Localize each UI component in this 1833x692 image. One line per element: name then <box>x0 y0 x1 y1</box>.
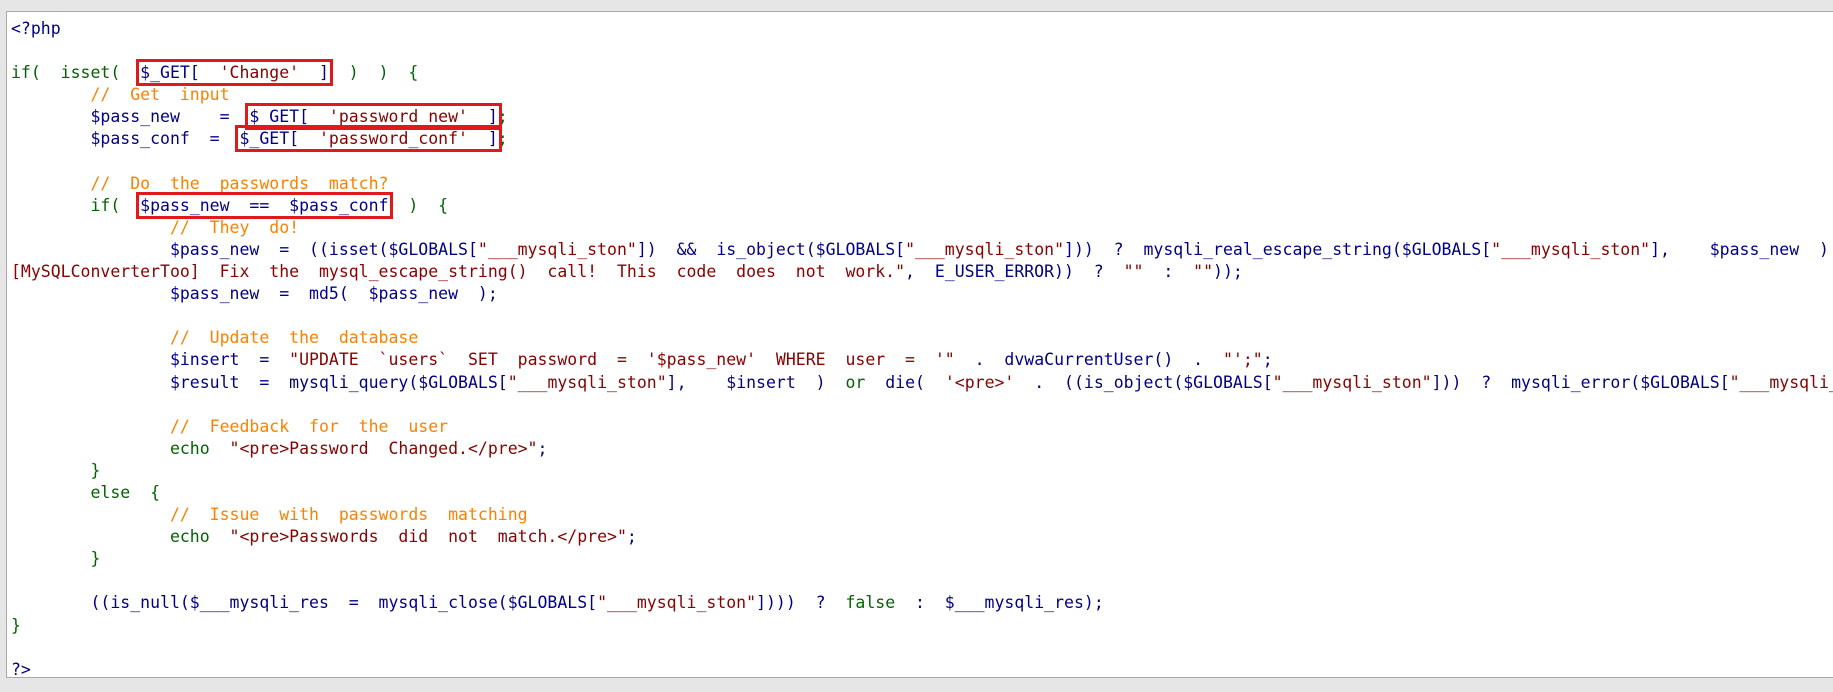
code-line: if( $pass_new == $pass_conf ) { <box>11 191 1833 219</box>
code-token: } <box>11 460 101 480</box>
highlighted-code-token: $_GET[ 'password_conf' ] <box>235 125 502 153</box>
highlighted-code-token: $_GET[ 'password_new' ] <box>245 103 502 131</box>
code-line: $pass_conf = $_GET[ 'password_conf' ]; <box>11 125 1833 153</box>
code-token: '<pre>' <box>944 372 1015 392</box>
code-token: <?php <box>11 19 61 38</box>
code-token: ; <box>497 107 508 127</box>
code-token: : $___mysqli_res); <box>895 593 1104 613</box>
code-token: echo <box>11 527 230 547</box>
code-line: [MySQLConverterToo] Fix the mysql_escape… <box>11 261 1833 283</box>
code-line: ((is_null($___mysqli_res = mysqli_close(… <box>11 592 1833 614</box>
code-token: false <box>845 593 896 613</box>
code-token: // Update the database <box>11 328 419 348</box>
code-token: "___mysqli_ston" <box>597 593 757 613</box>
code-token: ) ) { <box>328 63 419 83</box>
code-token: "___mysqli_ston" <box>1272 372 1432 392</box>
code-line: } <box>11 460 1833 482</box>
code-token: // Get input <box>11 85 230 105</box>
code-token: // Do the passwords match? <box>11 173 389 193</box>
code-token: "___mysqli_ston" <box>1729 372 1833 392</box>
code-line: if( isset( $_GET[ 'Change' ] ) ) { <box>11 59 1833 87</box>
code-token: "___mysqli_ston" <box>507 372 667 392</box>
code-token: } <box>11 615 21 635</box>
code-token: . ((is_object($GLOBALS[ <box>1014 372 1273 392</box>
code-line: echo "<pre>Passwords did not match.</pre… <box>11 526 1833 548</box>
code-token: $insert = <box>11 350 290 370</box>
code-token: "UPDATE `users` SET password = '$pass_ne… <box>289 350 955 370</box>
php-code-block: <?php if( isset( $_GET[ 'Change' ] ) ) {… <box>11 18 1833 678</box>
code-token: ], $insert ) <box>666 372 846 392</box>
code-line: $insert = "UPDATE `users` SET password =… <box>11 349 1833 371</box>
highlighted-code-token: $pass_new == $pass_conf <box>136 191 393 219</box>
code-line: $pass_new = $_GET[ 'password_new' ]; <box>11 103 1833 131</box>
code-line: echo "<pre>Password Changed.</pre>"; <box>11 438 1833 460</box>
code-token: ((is_null($___mysqli_res = mysqli_close(… <box>11 593 598 613</box>
code-token: . dvwaCurrentUser() . <box>954 350 1223 370</box>
code-line: // Issue with passwords matching <box>11 504 1833 526</box>
code-token: ]) && is_object($GLOBALS[ <box>636 239 906 259</box>
code-token: $pass_new = md5( $pass_new ); <box>11 284 498 304</box>
code-token: or <box>845 372 866 392</box>
code-token: else { <box>11 482 161 502</box>
code-token: "___mysqli_ston" <box>477 239 637 259</box>
code-line: } <box>11 615 1833 637</box>
code-token: } <box>11 549 101 569</box>
code-token: "';" <box>1222 350 1263 370</box>
code-token: // Issue with passwords matching <box>11 505 528 525</box>
code-token: : <box>1143 262 1194 282</box>
code-token: ; <box>537 438 548 458</box>
code-token: ; <box>1262 350 1273 370</box>
source-code-viewer[interactable]: <?php if( isset( $_GET[ 'Change' ] ) ) {… <box>6 11 1833 678</box>
code-token: ; <box>497 129 508 149</box>
code-token: if( <box>11 195 141 215</box>
code-token: ]))) ? <box>756 593 846 613</box>
code-token: // Feedback for the user <box>11 416 449 436</box>
code-token: )); <box>1213 262 1243 282</box>
code-line: // They do! <box>11 217 1833 239</box>
code-token: // They do! <box>11 217 300 237</box>
code-token: ; <box>626 527 637 547</box>
code-token: "<pre>Password Changed.</pre>" <box>229 438 538 458</box>
code-line: $result = mysqli_query($GLOBALS["___mysq… <box>11 372 1833 394</box>
code-token: ])) ? mysqli_real_escape_string($GLOBALS… <box>1064 239 1492 259</box>
code-line: ?> <box>11 659 1833 678</box>
code-token: $pass_new = <box>11 107 250 127</box>
code-token: "<pre>Passwords did not match.</pre>" <box>229 527 627 547</box>
code-line: // Update the database <box>11 327 1833 349</box>
code-line: // Feedback for the user <box>11 416 1833 438</box>
code-line: else { <box>11 482 1833 504</box>
code-line: // Get input <box>11 84 1833 106</box>
code-line: // Do the passwords match? <box>11 173 1833 195</box>
code-token: [MySQLConverterToo] Fix the mysql_escape… <box>11 262 906 282</box>
code-token: "" <box>1193 262 1214 282</box>
code-token: ])) ? mysqli_error($GLOBALS[ <box>1431 372 1730 392</box>
code-token: $result = mysqli_query($GLOBALS[ <box>11 372 508 392</box>
code-token: echo <box>11 438 230 458</box>
code-line: $pass_new = md5( $pass_new ); <box>11 283 1833 305</box>
code-token: if( isset( <box>11 63 141 83</box>
code-line: <?php <box>11 18 1833 40</box>
highlighted-code-token: $_GET[ 'Change' ] <box>136 59 333 87</box>
code-token: "___mysqli_ston" <box>1491 239 1651 259</box>
code-token: $pass_new = ((isset($GLOBALS[ <box>11 239 478 259</box>
code-token: ?> <box>11 659 31 678</box>
code-token: ], $pass_new ) : ((trigger_error("[MySQL… <box>1650 239 1829 259</box>
code-token: "" <box>1123 262 1144 282</box>
code-line: $pass_new = ((isset($GLOBALS["___mysqli_… <box>11 239 1833 261</box>
code-token: die( <box>865 372 945 392</box>
code-line: } <box>11 548 1833 570</box>
code-token: $pass_conf = <box>11 129 240 149</box>
code-token: , E_USER_ERROR)) ? <box>905 262 1124 282</box>
code-token: "___mysqli_ston" <box>905 239 1065 259</box>
code-token: ) { <box>388 195 449 215</box>
